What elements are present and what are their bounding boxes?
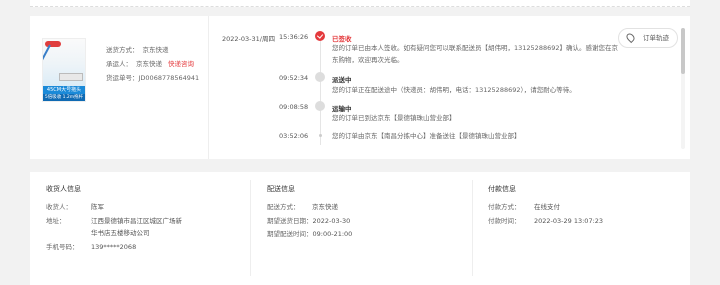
receiver-address-line1: 江西景德镇市昌江区城区广场新	[91, 217, 182, 225]
receiver-section-title: 收货人信息	[46, 185, 81, 193]
mop-head-graphic	[59, 73, 83, 81]
receiver-phone-value: 139*****2068	[91, 243, 137, 251]
delivery-date-value: 2022-03-30	[312, 217, 351, 225]
receiver-name-row: 收货人： 陈军	[46, 201, 104, 211]
delivery-date-row: 期望送货日期：2022-03-30	[267, 215, 350, 225]
section-divider	[472, 180, 473, 276]
payment-time-value: 2022-03-29 13:07:23	[534, 217, 604, 225]
carrier-row: 承运人： 京东快递 快递咨询	[106, 58, 194, 68]
timeline-node-icon	[315, 101, 325, 111]
timeline-line	[320, 38, 321, 145]
previous-panel-edge	[30, 0, 690, 7]
receiver-phone-row: 手机号码： 139*****2068	[46, 241, 136, 251]
timeline-time: 03:52:06	[279, 132, 309, 140]
timeline-node-icon	[315, 72, 325, 82]
payment-method-row: 付款方式： 在线支付	[488, 201, 560, 211]
carrier-value: 京东快递	[136, 60, 162, 68]
payment-time-label: 付款时间：	[488, 217, 521, 225]
carrier-inquiry-link[interactable]: 快递咨询	[168, 60, 194, 68]
order-track-button[interactable]: 订单轨迹	[618, 28, 678, 48]
mop-handle-graphic	[43, 44, 51, 81]
timeline-node-icon	[319, 134, 322, 137]
divider	[208, 16, 209, 159]
delivered-check-icon	[315, 31, 325, 41]
timeline-detail: 您的订单已到达京东【景德镇珠山营业部】	[332, 114, 456, 122]
carrier-label: 承运人：	[106, 60, 132, 68]
receiver-address-row: 华书店五楼移动公司	[91, 227, 150, 237]
tracking-number-value: JD0068778564941	[138, 74, 200, 82]
receiver-address-label: 地址：	[46, 217, 66, 225]
timeline-detail: 您的订单由京东【南昌分拣中心】准备送往【景德镇珠山营业部】	[332, 132, 521, 140]
shipping-method-row: 送货方式： 京东快递	[106, 44, 169, 54]
delivery-section-title: 配送信息	[267, 185, 295, 193]
timeline-date: 2022-03-31/周四	[222, 35, 275, 43]
order-track-label: 订单轨迹	[643, 34, 669, 42]
payment-time-row: 付款时间： 2022-03-29 13:07:23	[488, 215, 603, 225]
timeline-detail: 您的订单正在配送途中（快递员：胡伟明，电话：13125288692），请您耐心等…	[332, 86, 576, 94]
payment-section-title: 付款信息	[488, 185, 516, 193]
timeline-time: 09:52:34	[279, 74, 309, 82]
section-divider	[250, 180, 251, 276]
product-thumbnail[interactable]: 45CM大号拖头 5倍吸收 1.2m拖杆	[42, 38, 86, 102]
delivery-method-label: 配送方式：	[267, 203, 300, 211]
delivery-time-label: 期望配送时间：	[267, 230, 313, 238]
delivery-time-value: 09:00-21:00	[312, 230, 353, 238]
product-tag-size: 45CM大号拖头	[43, 86, 85, 94]
delivery-date-label: 期望送货日期：	[267, 217, 313, 225]
receiver-phone-label: 手机号码：	[46, 243, 79, 251]
delivery-method-value: 京东快递	[312, 203, 338, 211]
timeline-status-title: 派送中	[332, 76, 352, 84]
delivery-time-row: 期望配送时间：09:00-21:00	[267, 228, 352, 238]
timeline-detail: 您的订单已由本人签收。如有疑问您可以联系配送员【胡伟明，13125288692】…	[332, 44, 618, 52]
shipping-method-label: 送货方式：	[106, 46, 139, 54]
location-pin-icon	[624, 31, 637, 44]
timeline-detail: 东购物，欢迎再次光临。	[332, 56, 404, 64]
product-tag-feature: 5倍吸收 1.2m拖杆	[43, 94, 85, 101]
receiver-name-label: 收货人：	[46, 203, 72, 211]
receiver-name-value: 陈军	[91, 203, 104, 211]
payment-method-label: 付款方式：	[488, 203, 521, 211]
tracking-number-row: 货运单号：JD0068778564941	[106, 72, 199, 82]
timeline-scrollbar-thumb[interactable]	[681, 28, 685, 74]
receiver-address-line2: 华书店五楼移动公司	[91, 229, 150, 237]
timeline-time: 15:36:26	[279, 33, 309, 41]
order-info-panel: 收货人信息 收货人： 陈军 地址： 江西景德镇市昌江区城区广场新 华书店五楼移动公司…	[30, 172, 690, 285]
delivery-method-row: 配送方式： 京东快递	[267, 201, 338, 211]
shipment-panel: 45CM大号拖头 5倍吸收 1.2m拖杆 送货方式： 京东快递 承运人： 京东快递快…	[30, 16, 690, 159]
timeline-time: 09:08:58	[279, 103, 309, 111]
receiver-address-row: 地址： 江西景德镇市昌江区城区广场新	[46, 215, 182, 225]
tracking-number-label: 货运单号：	[106, 74, 139, 82]
shipping-method-value: 京东快递	[142, 46, 169, 54]
payment-method-value: 在线支付	[534, 203, 560, 211]
